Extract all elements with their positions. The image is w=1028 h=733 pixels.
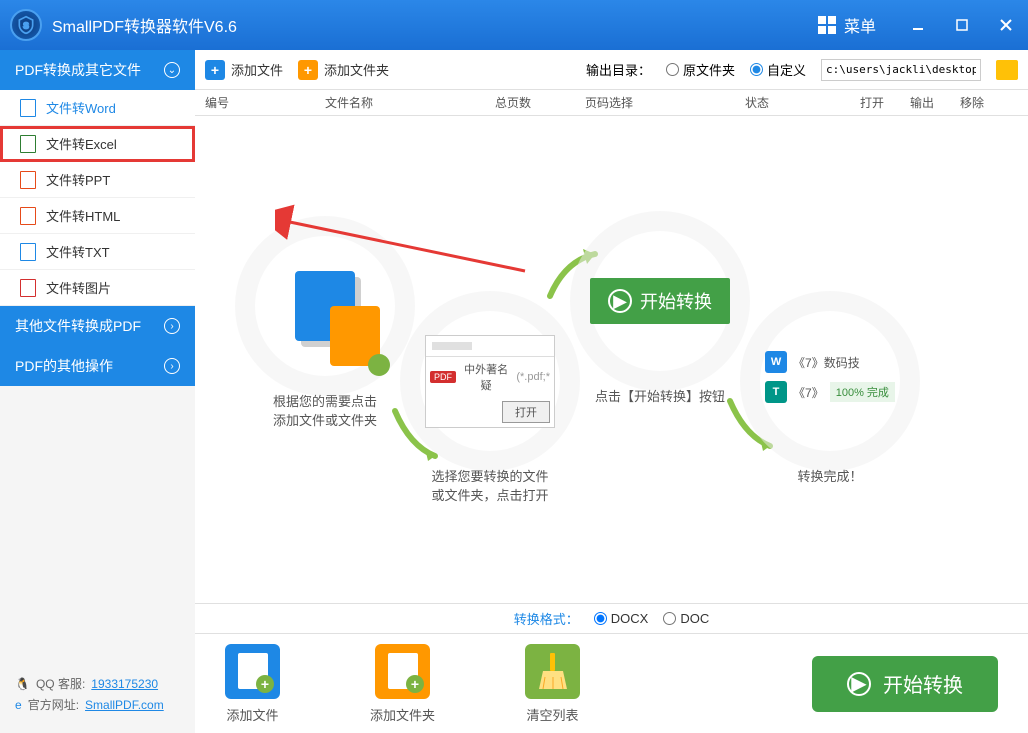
sidebar-item-excel[interactable]: 文件转Excel xyxy=(0,126,195,162)
minimize-button[interactable] xyxy=(906,13,930,37)
sidebar-item-label: 文件转Excel xyxy=(46,134,117,153)
format-bar: 转换格式： DOCX DOC xyxy=(195,603,1028,633)
sidebar-item-label: 文件转图片 xyxy=(46,278,111,297)
menu-label: 菜单 xyxy=(844,13,876,37)
step-4-caption: 转换完成！ xyxy=(760,466,900,485)
bottom-clear-label: 清空列表 xyxy=(527,705,579,724)
add-file-label: 添加文件 xyxy=(231,60,283,79)
sidebar-item-label: 文件转HTML xyxy=(46,206,120,225)
chevron-right-icon: › xyxy=(164,358,180,374)
step-2-caption: 选择您要转换的文件 或文件夹，点击打开 xyxy=(420,466,560,504)
col-range: 页码选择 xyxy=(585,94,745,111)
callout-arrow-icon xyxy=(275,201,535,281)
sidebar: PDF转换成其它文件 ⌄ 文件转Word 文件转Excel 文件转PPT 文件转… xyxy=(0,50,195,733)
start-convert-button[interactable]: ▶ 开始转换 xyxy=(812,656,998,712)
play-icon: ▶ xyxy=(847,672,871,696)
plus-folder-icon: + xyxy=(298,60,318,80)
add-folder-button[interactable]: + 添加文件夹 xyxy=(298,60,389,80)
add-file-button[interactable]: + 添加文件 xyxy=(205,60,283,80)
step-4: W《7》数码技 T《7》100% 完成 转换完成！ xyxy=(760,311,900,485)
file-image-icon xyxy=(20,279,36,297)
step-3-illustration: ▶开始转换 xyxy=(590,231,730,371)
broom-icon xyxy=(525,644,580,699)
sidebar-item-label: 文件转TXT xyxy=(46,242,110,261)
step-3-caption: 点击【开始转换】按钮 xyxy=(590,386,730,405)
toolbar: + 添加文件 + 添加文件夹 输出目录： 原文件夹 自定义 xyxy=(195,50,1028,90)
step-1-caption: 根据您的需要点击 添加文件或文件夹 xyxy=(255,391,395,429)
output-dir-label: 输出目录： xyxy=(586,60,651,79)
section-pdf-ops[interactable]: PDF的其他操作 › xyxy=(0,346,195,386)
file-word-icon xyxy=(20,99,36,117)
chevron-down-icon: ⌄ xyxy=(164,62,180,78)
svg-text:S: S xyxy=(23,20,29,30)
add-file-icon: + xyxy=(225,644,280,699)
bottom-add-file-label: 添加文件 xyxy=(226,705,278,724)
titlebar: S SmallPDF转换器软件V6.6 菜单 xyxy=(0,0,1028,50)
qq-icon: 🐧 xyxy=(15,677,30,691)
bottom-add-folder-button[interactable]: + 添加文件夹 xyxy=(370,644,435,724)
radio-custom-folder[interactable]: 自定义 xyxy=(750,60,806,79)
main-area: + 添加文件 + 添加文件夹 输出目录： 原文件夹 自定义 编号 文件名称 总页… xyxy=(195,50,1028,733)
sidebar-item-word[interactable]: 文件转Word xyxy=(0,90,195,126)
bottom-add-file-button[interactable]: + 添加文件 xyxy=(225,644,280,724)
radio-docx[interactable]: DOCX xyxy=(594,611,649,626)
bottom-add-folder-label: 添加文件夹 xyxy=(370,705,435,724)
site-link[interactable]: SmallPDF.com xyxy=(85,698,164,712)
radio-original-folder[interactable]: 原文件夹 xyxy=(666,60,735,79)
format-label: 转换格式： xyxy=(514,609,579,628)
sidebar-item-label: 文件转Word xyxy=(46,98,116,117)
file-html-icon xyxy=(20,207,36,225)
menu-button[interactable]: 菜单 xyxy=(818,13,876,37)
start-convert-label: 开始转换 xyxy=(883,669,963,698)
sidebar-item-html[interactable]: 文件转HTML xyxy=(0,198,195,234)
add-folder-icon: + xyxy=(375,644,430,699)
sidebar-item-txt[interactable]: 文件转TXT xyxy=(0,234,195,270)
window-controls xyxy=(906,13,1018,37)
radio-doc[interactable]: DOC xyxy=(663,611,709,626)
close-button[interactable] xyxy=(994,13,1018,37)
qq-link[interactable]: 1933175230 xyxy=(91,677,158,691)
section-label: 其他文件转换成PDF xyxy=(15,316,141,336)
step-4-illustration: W《7》数码技 T《7》100% 完成 xyxy=(760,311,900,451)
section-pdf-to-other[interactable]: PDF转换成其它文件 ⌄ xyxy=(0,50,195,90)
qq-label: QQ 客服: xyxy=(36,675,85,692)
col-open: 打开 xyxy=(860,94,910,111)
chevron-right-icon: › xyxy=(164,318,180,334)
menu-grid-icon xyxy=(818,16,836,34)
col-no: 编号 xyxy=(205,94,325,111)
sidebar-item-label: 文件转PPT xyxy=(46,170,110,189)
sidebar-item-image[interactable]: 文件转图片 xyxy=(0,270,195,306)
step-2-illustration: PDF中外著名疑(*.pdf;* 打开 xyxy=(420,311,560,451)
dialog-open-button: 打开 xyxy=(502,401,550,423)
app-logo-icon: S xyxy=(10,9,42,41)
col-pages: 总页数 xyxy=(495,94,585,111)
step-3: ▶开始转换 点击【开始转换】按钮 xyxy=(590,231,730,405)
sidebar-item-ppt[interactable]: 文件转PPT xyxy=(0,162,195,198)
file-ppt-icon xyxy=(20,171,36,189)
file-excel-icon xyxy=(20,135,36,153)
col-status: 状态 xyxy=(745,94,860,111)
output-path-input[interactable] xyxy=(821,59,981,81)
bottom-bar: + 添加文件 + 添加文件夹 清空列表 ▶ 开始转换 xyxy=(195,633,1028,733)
site-label: 官方网址: xyxy=(28,696,79,713)
col-output: 输出 xyxy=(910,94,960,111)
col-remove: 移除 xyxy=(960,94,1000,111)
table-header: 编号 文件名称 总页数 页码选择 状态 打开 输出 移除 xyxy=(195,90,1028,116)
section-other-to-pdf[interactable]: 其他文件转换成PDF › xyxy=(0,306,195,346)
col-name: 文件名称 xyxy=(325,94,495,111)
section-label: PDF的其他操作 xyxy=(15,356,113,376)
ie-icon: e xyxy=(15,698,22,712)
plus-file-icon: + xyxy=(205,60,225,80)
empty-state: 根据您的需要点击 添加文件或文件夹 PDF中外著名疑(*.pdf;* 打开 选择… xyxy=(195,116,1028,603)
add-folder-label: 添加文件夹 xyxy=(324,60,389,79)
app-title: SmallPDF转换器软件V6.6 xyxy=(52,13,818,37)
bottom-clear-button[interactable]: 清空列表 xyxy=(525,644,580,724)
section-label: PDF转换成其它文件 xyxy=(15,60,141,80)
sidebar-footer: 🐧 QQ 客服: 1933175230 e 官方网址: SmallPDF.com xyxy=(0,661,195,733)
file-txt-icon xyxy=(20,243,36,261)
browse-folder-button[interactable] xyxy=(996,60,1018,80)
maximize-button[interactable] xyxy=(950,13,974,37)
step-2: PDF中外著名疑(*.pdf;* 打开 选择您要转换的文件 或文件夹，点击打开 xyxy=(420,311,560,504)
